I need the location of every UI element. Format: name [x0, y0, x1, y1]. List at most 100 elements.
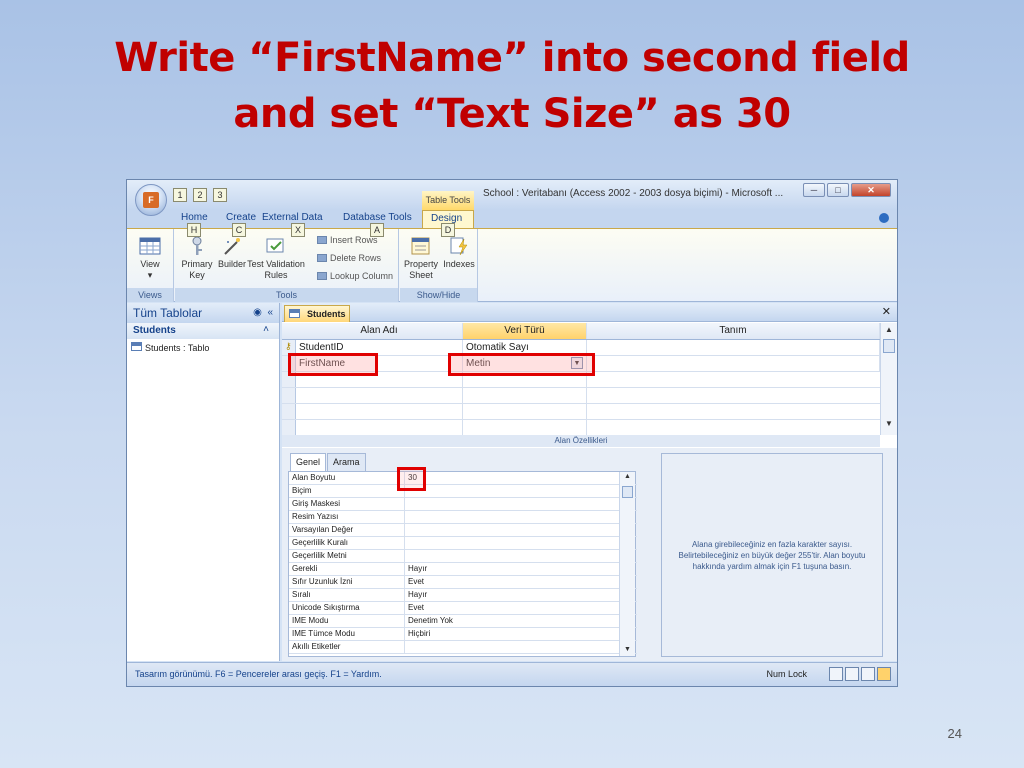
property-row[interactable]: Biçim [289, 485, 637, 498]
data-type-highlight-box [448, 353, 595, 376]
row-selector[interactable] [282, 420, 296, 435]
scroll-up-icon[interactable]: ▲ [624, 473, 631, 480]
property-row[interactable]: Varsayılan Değer [289, 524, 637, 537]
property-value[interactable]: Hiçbiri [408, 629, 430, 638]
property-label: IME Tümce Modu [292, 629, 355, 638]
property-row[interactable]: Sıfır Uzunluk İzni Evet [289, 576, 637, 589]
property-row[interactable]: Gerekli Hayır [289, 563, 637, 576]
field-grid-scrollbar[interactable]: ▲ ▼ [880, 323, 897, 435]
access-window: 1 2 3 Table Tools School : Veritabanı (A… [126, 179, 898, 687]
nav-group-label: Students [133, 325, 176, 336]
table-icon [131, 342, 142, 351]
scroll-thumb[interactable] [622, 486, 633, 498]
property-row[interactable]: IME Modu Denetim Yok [289, 615, 637, 628]
property-value[interactable]: Evet [408, 603, 424, 612]
field-size-highlight-box [397, 467, 426, 491]
property-row-field-size[interactable]: Alan Boyutu 30 [289, 472, 637, 485]
collapse-chevron-icon[interactable]: ˄ [263, 324, 269, 335]
office-button-keytip: F [143, 192, 159, 208]
insert-rows-button[interactable]: Insert Rows [317, 235, 378, 245]
property-label: Giriş Maskesi [292, 499, 341, 508]
nav-group-students[interactable]: Students ˄ [127, 323, 279, 339]
window-controls: ─ □ ✕ [803, 183, 891, 197]
views-group: View ▾ Views [127, 229, 174, 302]
data-type-cell[interactable] [463, 404, 587, 419]
scroll-down-icon[interactable]: ▼ [624, 646, 631, 653]
lookup-column-icon [317, 272, 327, 280]
property-row[interactable]: Akıllı Etiketler [289, 641, 637, 654]
nav-pane-title: Tüm Tablolar [133, 306, 203, 320]
nav-item-students-table[interactable]: Students : Tablo [127, 339, 279, 357]
property-row[interactable]: Resim Yazısı [289, 511, 637, 524]
nav-pane-header[interactable]: Tüm Tablolar ◉ « [127, 303, 279, 323]
slide-title: Write “FirstName” into second field and … [0, 30, 1024, 142]
indexes-label: Indexes [443, 259, 475, 269]
scroll-up-icon[interactable]: ▲ [885, 325, 893, 334]
property-row[interactable]: IME Tümce Modu Hiçbiri [289, 628, 637, 641]
tab-create[interactable]: Create [226, 212, 256, 223]
field-name-cell[interactable] [296, 420, 463, 435]
slide-number: 24 [947, 726, 962, 741]
description-cell[interactable] [587, 340, 880, 355]
tab-external-data[interactable]: External Data [262, 212, 323, 223]
design-view-icon[interactable] [877, 667, 891, 681]
help-icon[interactable] [879, 213, 889, 223]
qat-keytip-1[interactable]: 1 [173, 188, 187, 202]
close-button[interactable]: ✕ [851, 183, 891, 197]
property-value[interactable]: Evet [408, 577, 424, 586]
row-selector[interactable] [282, 404, 296, 419]
minimize-button[interactable]: ─ [803, 183, 825, 197]
row-selector[interactable] [282, 388, 296, 403]
qat-keytip-2[interactable]: 2 [193, 188, 207, 202]
property-row[interactable]: Giriş Maskesi [289, 498, 637, 511]
description-cell[interactable] [587, 356, 880, 371]
scroll-down-icon[interactable]: ▼ [885, 419, 893, 428]
property-label: IME Modu [292, 616, 329, 625]
office-button[interactable]: F [135, 184, 167, 216]
nav-pane-controls[interactable]: ◉ « [253, 307, 273, 318]
lookup-column-button[interactable]: Lookup Column [317, 271, 393, 281]
tab-home[interactable]: Home [181, 212, 208, 223]
property-row[interactable]: Unicode Sıkıştırma Evet [289, 602, 637, 615]
scroll-thumb[interactable] [883, 339, 895, 353]
data-type-cell[interactable] [463, 388, 587, 403]
close-document-icon[interactable]: ✕ [882, 305, 891, 318]
property-row[interactable]: Sıralı Hayır [289, 589, 637, 602]
property-sheet-label: Property Sheet [403, 259, 438, 280]
property-sheet-button[interactable]: Property Sheet [402, 235, 440, 281]
status-bar: Tasarım görünümü. F6 = Pencereler arası … [127, 662, 897, 686]
tab-database-tools[interactable]: Database Tools [343, 212, 412, 223]
builder-button[interactable]: Builder [217, 235, 247, 270]
properties-scrollbar[interactable]: ▲ ▼ [619, 472, 635, 656]
empty-field-row[interactable] [282, 420, 880, 436]
property-row[interactable]: Geçerlilik Kuralı [289, 537, 637, 550]
pivotchart-view-icon[interactable] [861, 667, 875, 681]
maximize-button[interactable]: □ [827, 183, 849, 197]
property-value[interactable]: Hayır [408, 564, 427, 573]
tab-students[interactable]: Students [284, 305, 350, 322]
pivottable-view-icon[interactable] [845, 667, 859, 681]
primary-key-button[interactable]: Primary Key [179, 235, 215, 281]
field-grid: Alan Adı Veri Türü Tanım ⚷ StudentID Oto… [282, 323, 897, 436]
properties-tabs: Genel Arama [290, 453, 367, 471]
field-name-cell[interactable] [296, 404, 463, 419]
data-type-cell[interactable] [463, 420, 587, 435]
property-value[interactable]: Hayır [408, 590, 427, 599]
property-row[interactable]: Geçerlilik Metni [289, 550, 637, 563]
tab-arama[interactable]: Arama [327, 453, 366, 471]
property-value[interactable]: Denetim Yok [408, 616, 453, 625]
view-button[interactable]: View ▾ [135, 235, 165, 281]
test-validation-label: Test Validation Rules [247, 259, 305, 280]
delete-rows-button[interactable]: Delete Rows [317, 253, 381, 263]
tab-genel[interactable]: Genel [290, 453, 327, 471]
test-validation-rules-button[interactable]: Test Validation Rules [247, 235, 305, 281]
empty-field-row[interactable] [282, 404, 880, 420]
empty-field-row[interactable] [282, 388, 880, 404]
indexes-button[interactable]: Indexes [442, 235, 476, 270]
field-name-cell[interactable] [296, 388, 463, 403]
datasheet-view-icon[interactable] [829, 667, 843, 681]
title-bar: 1 2 3 Table Tools School : Veritabanı (A… [127, 180, 897, 210]
slide-title-line-1: Write “FirstName” into second field [114, 35, 910, 81]
qat-keytip-3[interactable]: 3 [213, 188, 227, 202]
keytip-c: C [232, 223, 246, 237]
